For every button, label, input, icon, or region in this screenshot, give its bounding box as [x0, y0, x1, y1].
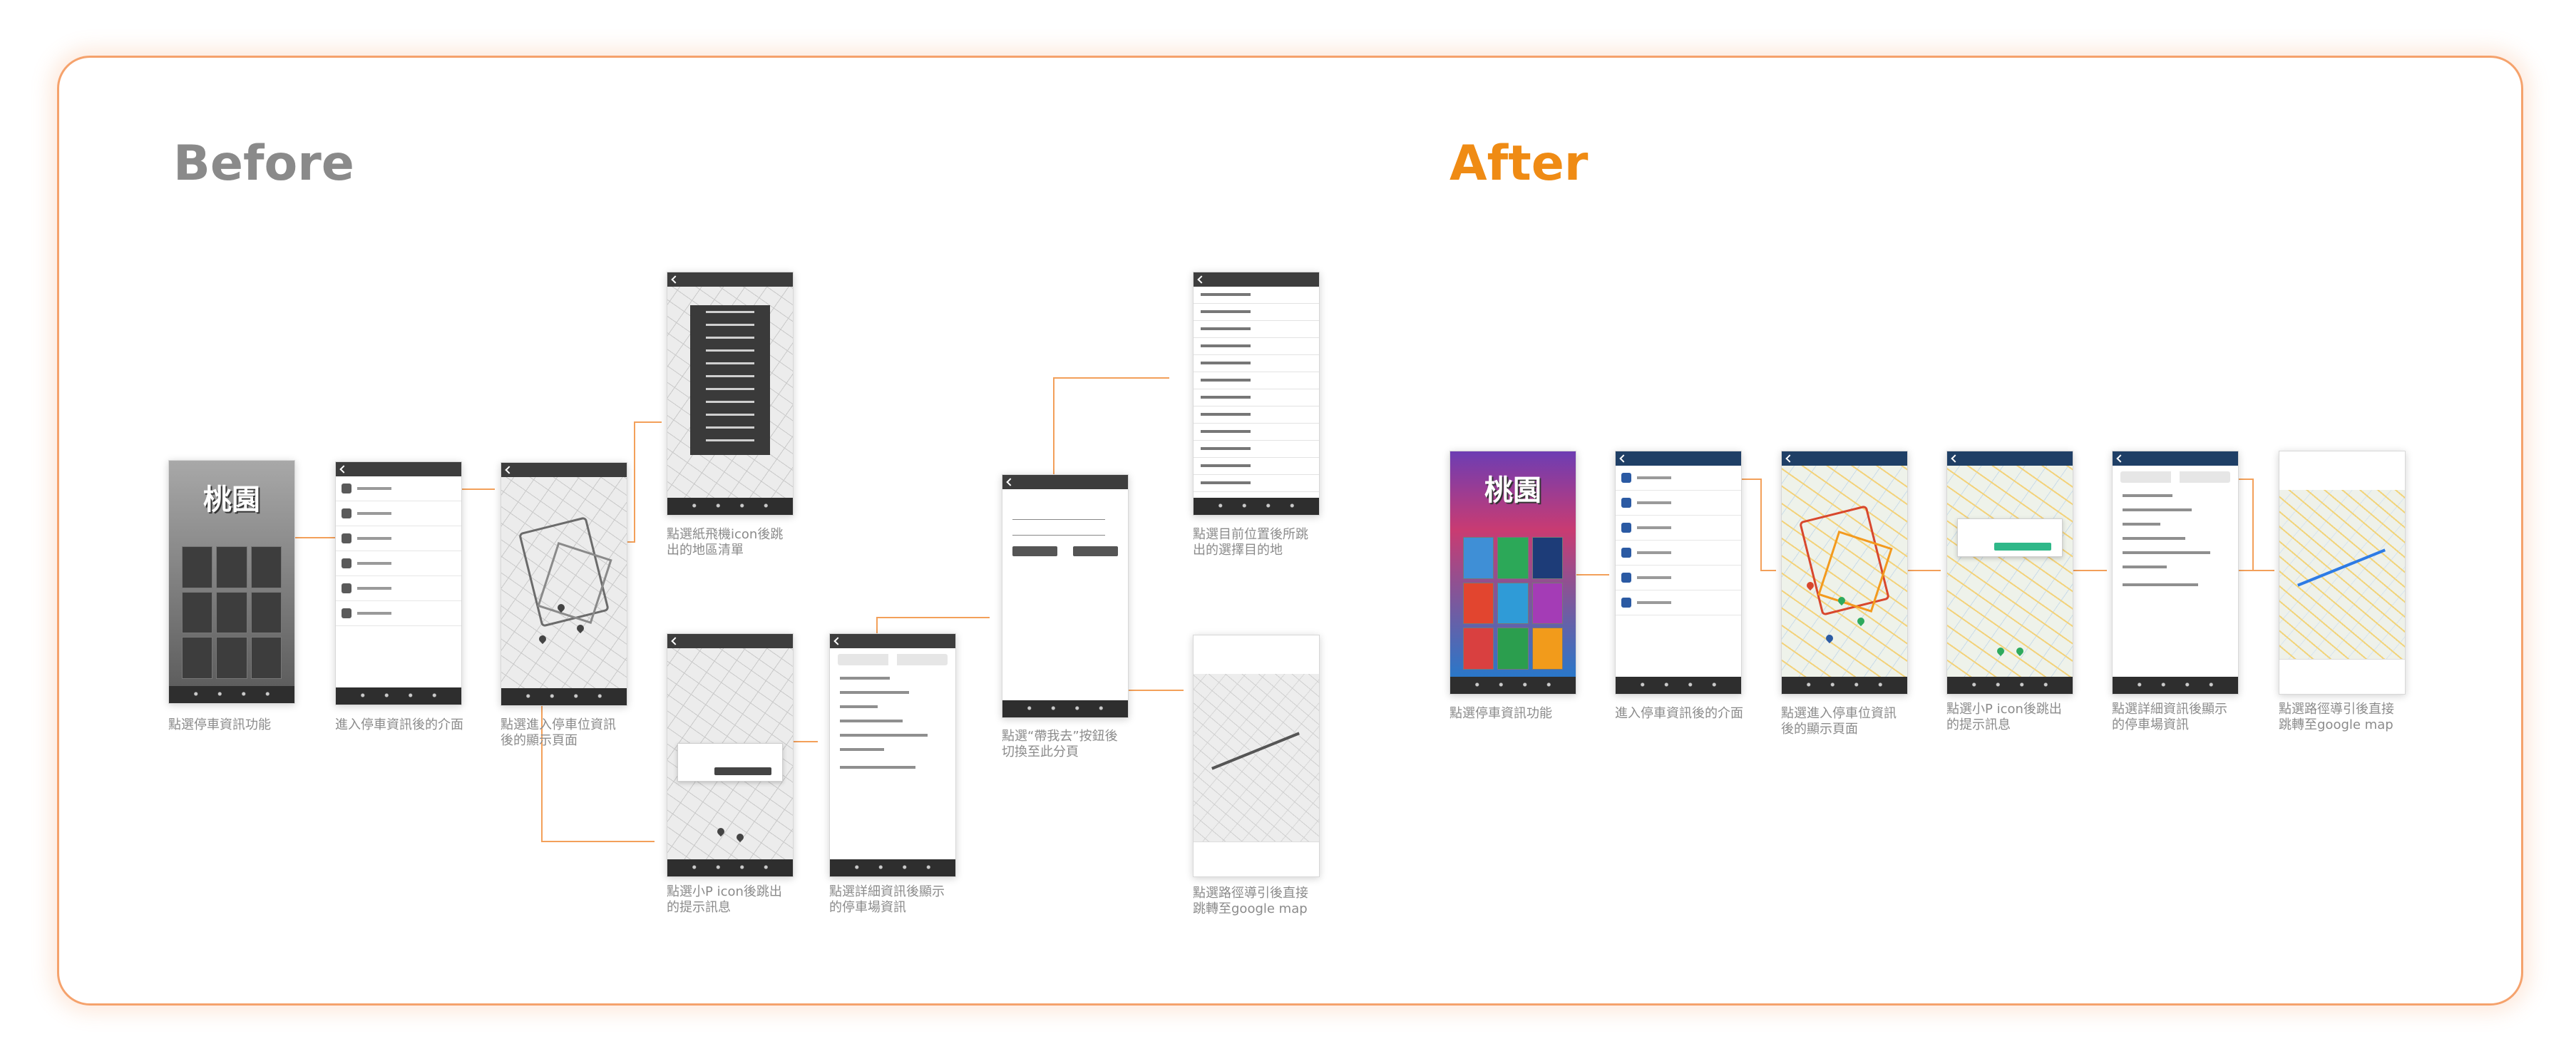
before-caption-9: 點選路徑導引後直接 跳轉至google map — [1193, 886, 1308, 916]
before-caption-4: 點選紙飛機icon後跳 出的地區清單 — [667, 527, 784, 558]
before-caption-3: 點選進入停車位資訊 後的顯示頁面 — [501, 717, 616, 748]
before-screen-google-map — [1193, 635, 1320, 877]
after-screen-parking-menu — [1615, 451, 1742, 695]
before-caption-6: 點選詳細資訊後顯示 的停車場資訊 — [829, 884, 945, 915]
before-screen-home: 桃園 — [168, 460, 295, 704]
before-screen-parking-menu — [335, 461, 462, 705]
after-caption-1: 點選停車資訊功能 — [1449, 706, 1552, 721]
after-heading: After — [1449, 135, 1589, 192]
before-screen-destination — [1193, 272, 1320, 516]
after-caption-3: 點選進入停車位資訊 後的顯示頁面 — [1781, 706, 1897, 737]
app-logo-icon: 桃園 — [203, 484, 260, 516]
before-caption-1: 點選停車資訊功能 — [168, 717, 271, 732]
before-screen-navigate — [1002, 474, 1129, 718]
before-screen-district-list — [667, 272, 794, 516]
before-caption-2: 進入停車資訊後的介面 — [335, 717, 463, 732]
after-screen-parking-detail — [2112, 451, 2239, 695]
before-heading: Before — [173, 135, 354, 192]
before-caption-7: 點選“帶我去”按鈕後 切換至此分頁 — [1002, 729, 1118, 759]
after-screen-p-popup — [1946, 451, 2073, 695]
after-caption-2: 進入停車資訊後的介面 — [1615, 706, 1743, 721]
after-screen-parking-map — [1781, 451, 1908, 695]
before-screen-parking-detail — [829, 633, 956, 877]
after-screen-home: 桃園 — [1449, 451, 1576, 695]
after-caption-4: 點選小P icon後跳出 的提示訊息 — [1946, 702, 2062, 732]
after-caption-5: 點選詳細資訊後顯示 的停車場資訊 — [2112, 702, 2227, 732]
before-screen-p-popup — [667, 633, 794, 877]
after-caption-6: 點選路徑導引後直接 跳轉至google map — [2279, 702, 2394, 732]
before-screen-parking-map — [501, 462, 627, 706]
before-caption-8: 點選目前位置後所跳 出的選擇目的地 — [1193, 527, 1308, 558]
after-screen-google-map — [2279, 451, 2406, 695]
before-caption-5: 點選小P icon後跳出 的提示訊息 — [667, 884, 782, 915]
app-logo-icon: 桃園 — [1484, 474, 1541, 507]
